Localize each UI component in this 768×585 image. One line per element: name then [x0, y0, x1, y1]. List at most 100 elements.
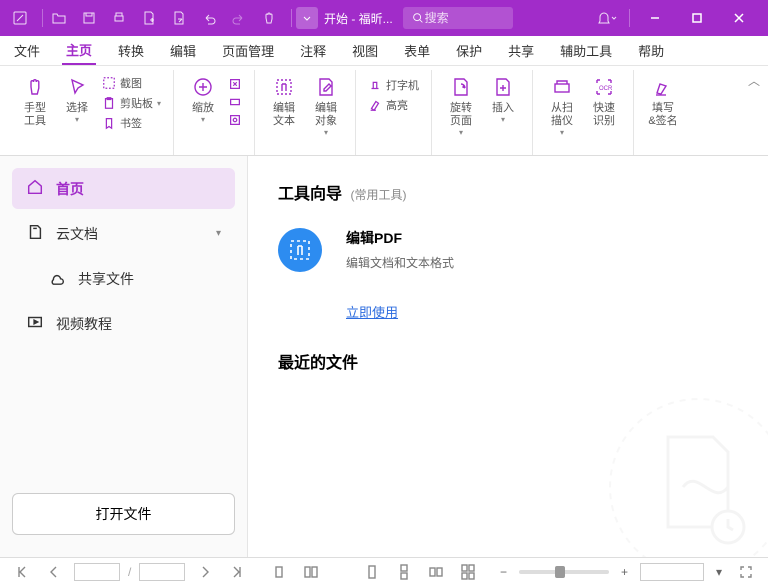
edit-object-icon [313, 74, 339, 100]
prev-page-button[interactable] [42, 562, 66, 582]
cursor-icon [64, 74, 90, 100]
menu-form[interactable]: 表单 [400, 37, 434, 64]
layout-facing-icon[interactable] [424, 562, 448, 582]
layout-single-icon[interactable] [360, 562, 384, 582]
menubar: 文件 主页 转换 编辑 页面管理 注释 视图 表单 保护 共享 辅助工具 帮助 [0, 36, 768, 66]
hand-dropdown-icon[interactable] [257, 6, 281, 30]
first-page-button[interactable] [10, 562, 34, 582]
edit-text-button[interactable]: 编辑 文本 [263, 72, 305, 128]
view-facing-button[interactable] [299, 562, 323, 582]
screenshot-button[interactable]: 截图 [98, 74, 165, 92]
edit-text-icon [271, 74, 297, 100]
menu-help[interactable]: 帮助 [634, 37, 668, 64]
bookmark-button[interactable]: 书签 [98, 114, 165, 132]
undo-icon[interactable] [197, 6, 221, 30]
quick-ocr-button[interactable]: OCR 快速 识别 [583, 72, 625, 128]
typewriter-button[interactable]: 打字机 [364, 76, 423, 94]
close-button[interactable] [718, 0, 760, 36]
tool-use-now-link[interactable]: 立即使用 [346, 302, 738, 321]
open-file-button[interactable]: 打开文件 [12, 493, 235, 535]
rotate-page-button[interactable]: 旋转 页面 ▾ [440, 72, 482, 137]
from-scanner-button[interactable]: 从扫 描仪 ▾ [541, 72, 583, 137]
redo-icon[interactable] [227, 6, 251, 30]
fit-width-button[interactable] [224, 94, 246, 110]
edit-pdf-icon [278, 228, 322, 272]
separator [42, 9, 43, 27]
sidebar-item-home[interactable]: 首页 [12, 168, 235, 209]
chevron-down-icon: ▾ [459, 128, 463, 137]
edit-object-button[interactable]: 编辑 对象 ▾ [305, 72, 347, 137]
tool-card-edit-pdf[interactable]: 编辑PDF 编辑文档和文本格式 [278, 228, 738, 272]
fit-visible-button[interactable] [224, 112, 246, 128]
insert-button[interactable]: 插入 ▾ [482, 72, 524, 124]
maximize-button[interactable] [676, 0, 718, 36]
search-icon [411, 11, 425, 25]
chevron-down-icon: ▾ [501, 115, 505, 124]
doc-add-icon[interactable] [137, 6, 161, 30]
menu-annotate[interactable]: 注释 [296, 37, 330, 64]
ribbon-group-sign: 填写 &签名 [634, 70, 692, 155]
menu-home[interactable]: 主页 [62, 36, 96, 65]
zoom-in-icon [190, 74, 216, 100]
menu-file[interactable]: 文件 [10, 37, 44, 64]
search-input[interactable] [425, 11, 495, 25]
tool-title: 编辑PDF [346, 228, 454, 248]
layout-continuous-facing-icon[interactable] [456, 562, 480, 582]
highlight-button[interactable]: 高亮 [364, 96, 423, 114]
select-tool-button[interactable]: 选择 ▾ [56, 72, 98, 124]
pen-icon [650, 74, 676, 100]
menu-view[interactable]: 视图 [348, 37, 382, 64]
ribbon-clipboard-stack: 截图 剪贴板▾ 书签 [98, 72, 165, 132]
minimize-button[interactable] [634, 0, 676, 36]
zoom-level-input[interactable] [640, 563, 704, 581]
zoom-slider[interactable] [519, 570, 609, 574]
doc-export-icon[interactable] [167, 6, 191, 30]
sidebar-item-cloud-docs[interactable]: 云文档 ▾ [12, 213, 235, 254]
bell-icon[interactable] [595, 6, 619, 30]
ribbon-collapse-button[interactable]: ︿ [748, 72, 760, 89]
menu-share[interactable]: 共享 [504, 37, 538, 64]
app-logo-icon[interactable] [8, 6, 32, 30]
clipboard-button[interactable]: 剪贴板▾ [98, 94, 165, 112]
page-separator: / [128, 565, 131, 579]
ribbon-zoom-stack [224, 72, 246, 128]
zoom-dropdown-button[interactable]: ▾ [712, 563, 726, 581]
next-page-button[interactable] [193, 562, 217, 582]
fill-sign-button[interactable]: 填写 &签名 [642, 72, 684, 128]
chevron-down-icon: ▾ [201, 115, 205, 124]
layout-continuous-icon[interactable] [392, 562, 416, 582]
rotate-icon [448, 74, 474, 100]
wizard-title: 工具向导 [278, 186, 342, 203]
zoom-out-button[interactable]: − [496, 563, 511, 581]
wizard-subtitle: (常用工具) [350, 188, 406, 202]
print-icon[interactable] [107, 6, 131, 30]
cloud-doc-icon [26, 223, 44, 244]
ocr-icon: OCR [591, 74, 617, 100]
hand-tool-button[interactable]: 手型 工具 [14, 72, 56, 128]
zoom-slider-thumb[interactable] [555, 566, 565, 578]
menu-edit[interactable]: 编辑 [166, 37, 200, 64]
menu-convert[interactable]: 转换 [114, 37, 148, 64]
ribbon-group-ocr: 从扫 描仪 ▾ OCR 快速 识别 [533, 70, 634, 155]
menu-accessibility[interactable]: 辅助工具 [556, 37, 616, 64]
open-folder-icon[interactable] [47, 6, 71, 30]
quickaccess-dropdown[interactable] [296, 7, 318, 29]
view-single-button[interactable] [267, 562, 291, 582]
zoom-button[interactable]: 缩放 ▾ [182, 72, 224, 124]
menu-protect[interactable]: 保护 [452, 37, 486, 64]
window-title: 开始 - 福昕... [324, 10, 393, 27]
menu-page-manage[interactable]: 页面管理 [218, 37, 278, 64]
zoom-in-button[interactable]: + [617, 563, 632, 581]
page-number-input[interactable] [74, 563, 120, 581]
sidebar-item-video-tutorial[interactable]: 视频教程 [12, 303, 235, 344]
sidebar-item-shared-files[interactable]: 共享文件 [12, 258, 235, 299]
save-icon[interactable] [77, 6, 101, 30]
wizard-header: 工具向导 (常用工具) [278, 180, 738, 204]
separator [291, 9, 292, 27]
home-icon [26, 178, 44, 199]
fit-page-button[interactable] [224, 76, 246, 92]
last-page-button[interactable] [225, 562, 249, 582]
separator [629, 9, 630, 27]
search-box[interactable] [403, 7, 513, 29]
fullscreen-button[interactable] [734, 562, 758, 582]
